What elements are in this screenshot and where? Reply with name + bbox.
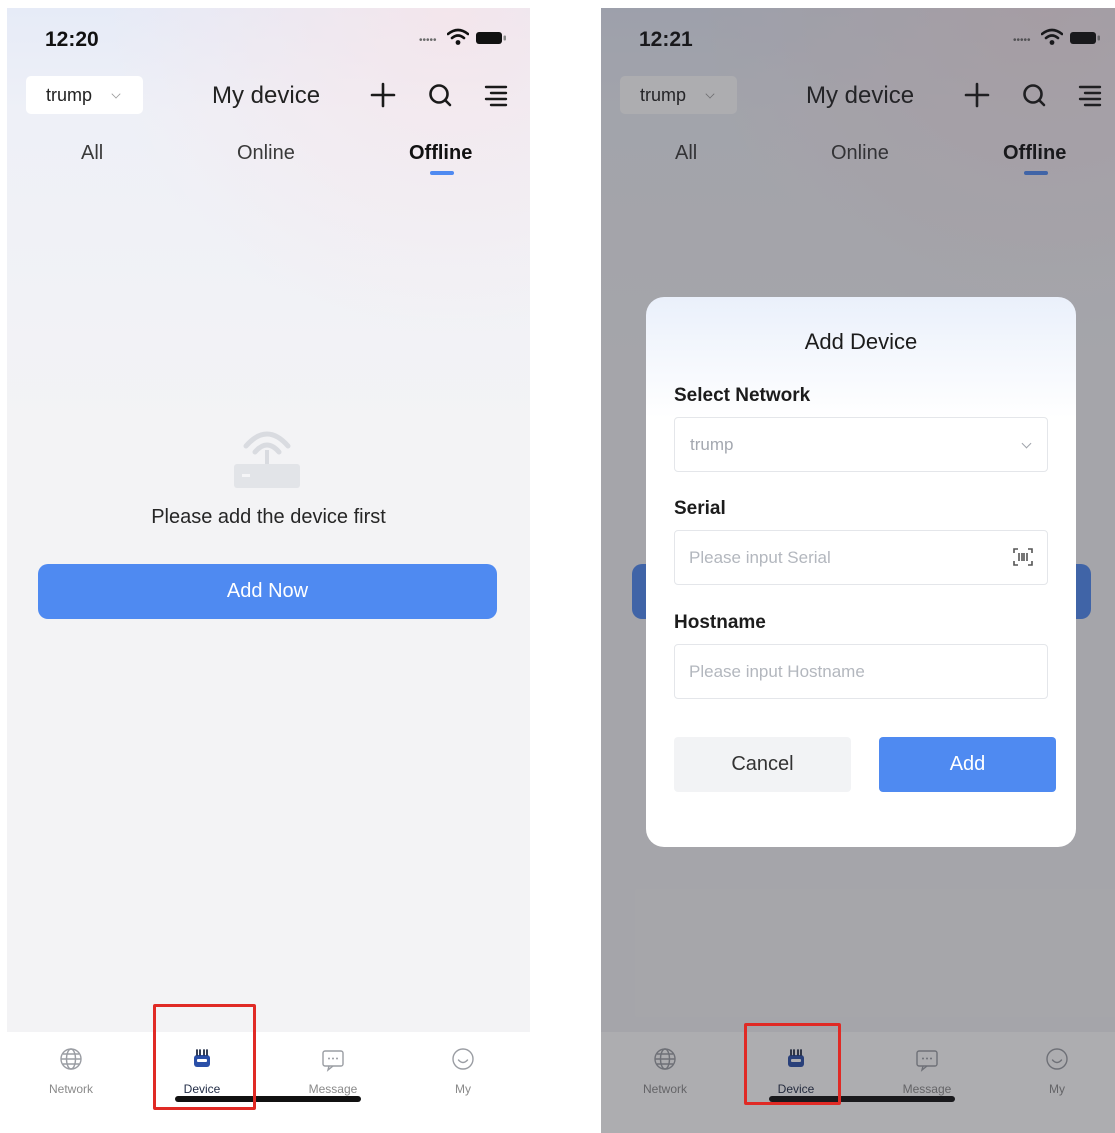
filter-tabs: All Online Offline (7, 136, 530, 186)
active-tab-indicator (430, 171, 454, 175)
dialog-title: Add Device (804, 329, 918, 354)
signal-icon: ••••• (419, 35, 437, 46)
hostname-field-box (674, 644, 1048, 699)
router-empty-icon (234, 431, 300, 488)
hostname-input[interactable] (689, 657, 989, 687)
phone-screen-add-device-dialog: 12:21 ••••• trump My device All Online O… (601, 8, 1115, 1133)
list-menu-icon[interactable] (481, 80, 511, 110)
add-button[interactable]: Add (879, 737, 1056, 792)
tab-offline[interactable]: Offline (409, 142, 472, 165)
wifi-icon (447, 28, 469, 45)
app-header: trump My device (7, 74, 530, 124)
tabbar-label-message: Message (308, 1082, 358, 1096)
smile-icon (452, 1048, 474, 1070)
tab-all[interactable]: All (81, 142, 103, 165)
tab-online[interactable]: Online (237, 142, 295, 165)
highlight-box (153, 1004, 256, 1110)
serial-label: Serial (674, 498, 726, 519)
globe-icon (60, 1048, 82, 1070)
add-device-dialog: Add Device Select Network trump Serial H… (646, 297, 1076, 847)
highlight-box (744, 1023, 841, 1105)
tabbar-item-message[interactable]: Message (293, 1046, 373, 1096)
bottom-tab-bar: Network Device Message My (7, 1032, 530, 1133)
chevron-down-icon (1021, 438, 1032, 449)
plus-icon[interactable] (368, 80, 398, 110)
battery-icon (476, 32, 506, 44)
cancel-button[interactable]: Cancel (674, 737, 851, 792)
header-gradient (7, 8, 530, 428)
network-select[interactable]: trump (26, 76, 143, 114)
hostname-label: Hostname (674, 612, 766, 633)
select-network-label: Select Network (674, 385, 811, 406)
serial-field-box (674, 530, 1048, 585)
page-title: My device (212, 82, 321, 109)
tabbar-label-network: Network (48, 1082, 93, 1096)
status-bar: 12:20 ••••• (7, 8, 530, 70)
tabbar-item-network[interactable]: Network (31, 1046, 111, 1096)
message-icon (322, 1050, 344, 1072)
search-icon[interactable] (425, 80, 455, 110)
network-dropdown[interactable]: trump (674, 417, 1048, 472)
network-select-value: trump (46, 85, 93, 105)
barcode-scan-icon[interactable] (1011, 545, 1035, 569)
tabbar-label-my: My (455, 1082, 471, 1096)
empty-state-text: Please add the device first (151, 506, 386, 528)
phone-screen-device-list: 12:20 ••••• trump My device All Online O… (7, 8, 530, 1133)
add-now-button[interactable]: Add Now (38, 564, 497, 619)
chevron-down-icon (111, 89, 121, 99)
tabbar-item-my[interactable]: My (423, 1046, 503, 1096)
serial-input[interactable] (689, 543, 989, 573)
network-dropdown-value: trump (690, 435, 734, 454)
status-time: 12:20 (45, 28, 99, 51)
